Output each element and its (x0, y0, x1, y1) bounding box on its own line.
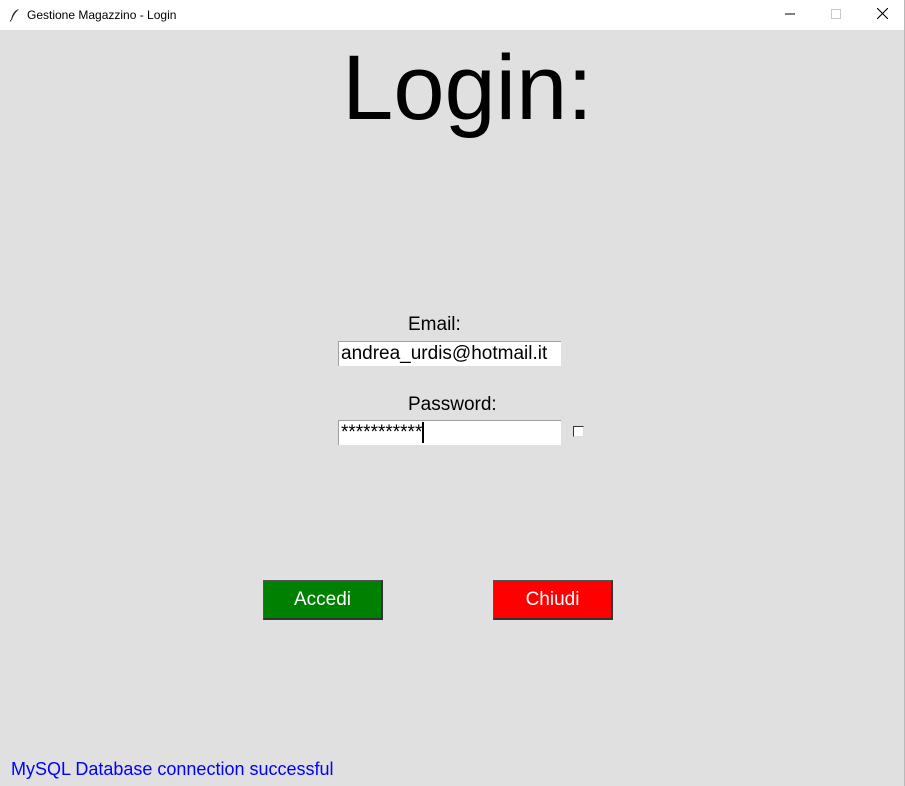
maximize-button[interactable] (813, 0, 859, 30)
page-title: Login: (342, 37, 593, 139)
email-value: andrea_urdis@hotmail.it (341, 343, 548, 364)
login-button[interactable]: Accedi (263, 580, 383, 620)
login-window: Gestione Magazzino - Login Login: Email:… (0, 0, 905, 786)
minimize-button[interactable] (767, 0, 813, 30)
show-password-checkbox[interactable] (573, 426, 584, 437)
email-field[interactable]: andrea_urdis@hotmail.it (338, 341, 561, 366)
close-app-button-label: Chiudi (525, 588, 580, 610)
password-field[interactable]: *********** (338, 420, 561, 445)
window-controls (767, 0, 904, 30)
login-button-label: Accedi (293, 588, 352, 610)
password-value: *********** (341, 422, 423, 443)
close-icon (876, 6, 888, 24)
password-label: Password: (408, 394, 497, 415)
email-label: Email: (408, 314, 461, 335)
feather-icon (7, 7, 23, 23)
minimize-icon (785, 6, 795, 24)
text-cursor (422, 422, 425, 444)
close-app-button[interactable]: Chiudi (493, 580, 613, 620)
window-title: Gestione Magazzino - Login (27, 8, 177, 22)
status-message: MySQL Database connection successful (11, 759, 334, 779)
close-button[interactable] (859, 0, 904, 30)
maximize-icon (831, 6, 841, 24)
title-bar[interactable]: Gestione Magazzino - Login (0, 0, 904, 30)
